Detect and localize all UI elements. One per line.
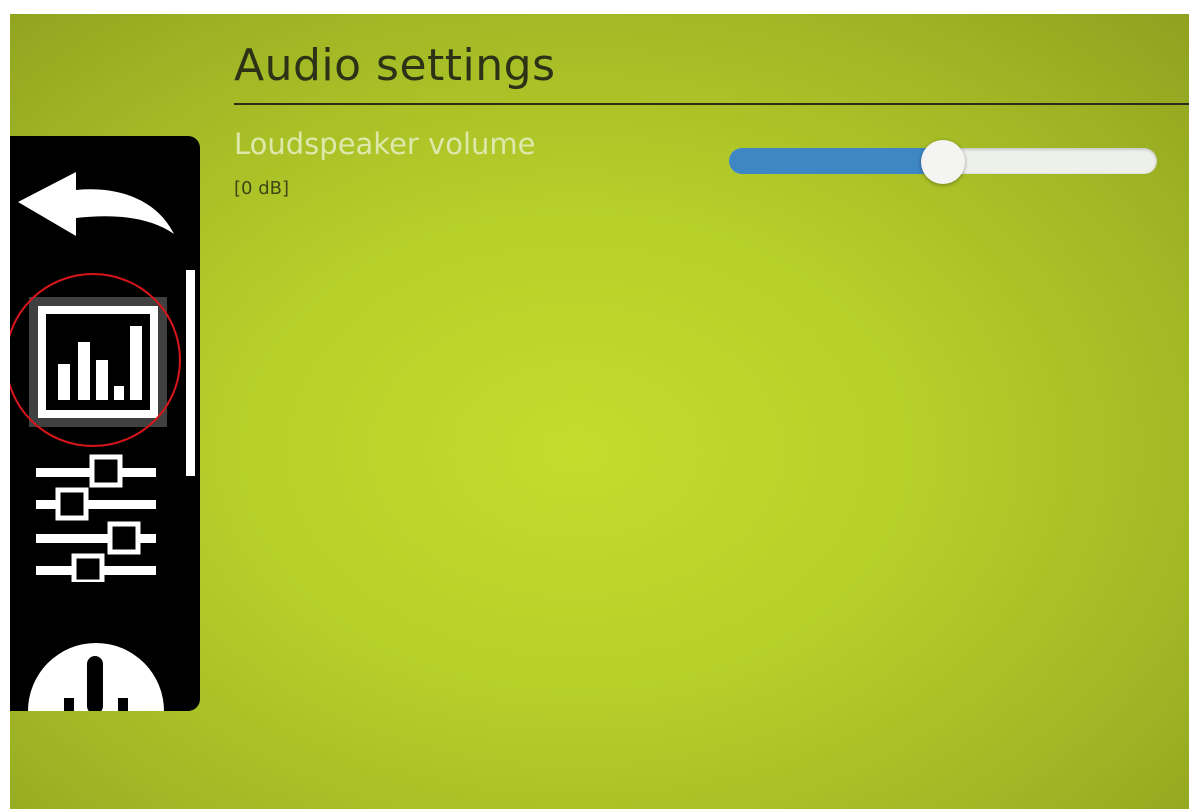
loudspeaker-volume-value: [0 dB] xyxy=(234,178,289,199)
equalizer-button[interactable] xyxy=(30,452,160,585)
back-arrow-icon xyxy=(18,172,174,236)
loudspeaker-volume-slider[interactable] xyxy=(729,140,1157,184)
gauge-button[interactable] xyxy=(26,636,166,711)
gauge-icon xyxy=(28,643,164,711)
title-divider xyxy=(234,103,1189,105)
bar-chart-icon xyxy=(29,297,167,427)
audio-settings-screen: Audio settings Loudspeaker volume [0 dB] xyxy=(10,14,1189,809)
sidebar-selection-indicator xyxy=(186,270,195,476)
back-button[interactable] xyxy=(16,172,176,242)
sidebar xyxy=(10,136,200,711)
loudspeaker-volume-label: Loudspeaker volume xyxy=(234,127,536,161)
page-title: Audio settings xyxy=(234,40,556,91)
audio-levels-button[interactable] xyxy=(28,292,168,432)
slider-thumb[interactable] xyxy=(921,140,965,184)
slider-fill xyxy=(729,148,943,174)
equalizer-sliders-icon xyxy=(36,454,156,585)
